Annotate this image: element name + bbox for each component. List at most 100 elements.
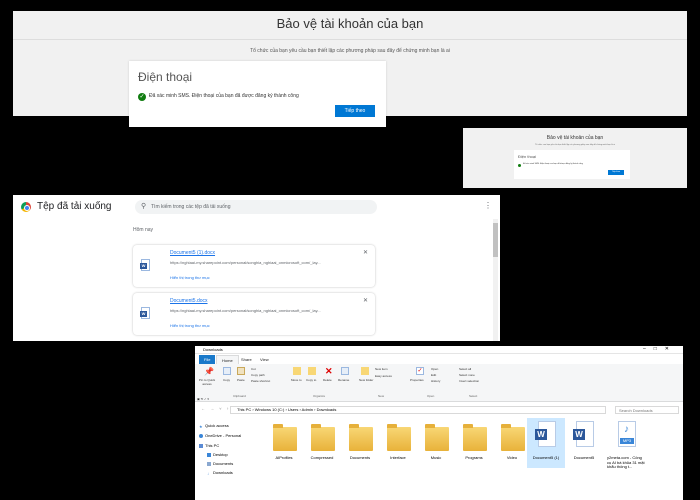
desktop-icon [207, 452, 211, 457]
word-file-icon [140, 259, 150, 271]
auth-panel-small: Bảo vệ tài khoản của bạn Tổ chức của bạn… [463, 128, 687, 188]
easy-access-button[interactable]: Easy access [375, 374, 392, 378]
rename-icon[interactable] [341, 367, 349, 375]
window-controls[interactable]: –□✕ [643, 346, 677, 352]
quick-access-toolbar[interactable]: ▣ ⟲ ✓ ▾ [197, 397, 209, 401]
pin-button[interactable]: Pin to Quick access [197, 378, 217, 386]
nav-label: Quick access [205, 423, 229, 428]
download-item: Document5.docx https://nghiaai-my.sharep… [133, 293, 375, 335]
file-label: Documents [349, 455, 371, 460]
file-label: Programs [465, 455, 483, 460]
folder-icon [501, 421, 525, 451]
downloads-search-input[interactable]: ⚲ Tìm kiếm trong các tệp đã tải xuống [135, 200, 377, 214]
download-url: https://nghiaai-my.sharepoint.com/person… [170, 308, 321, 313]
word-document-icon: W [535, 421, 559, 451]
file-item[interactable]: AIProfiles [265, 418, 303, 468]
nav-label: Documents [213, 461, 234, 466]
nav-this-pc[interactable]: This PC [199, 443, 219, 448]
copy-path-button[interactable]: Copy path [251, 373, 265, 377]
copy-icon[interactable] [223, 367, 231, 375]
nav-quick-access[interactable]: ★ Quick access [199, 423, 229, 429]
copy-to-button[interactable]: Copy to [306, 378, 316, 382]
folder-icon [387, 421, 411, 451]
group-clipboard: Clipboard [233, 394, 246, 398]
download-file-link[interactable]: Document5.docx [170, 298, 208, 304]
section-heading: Hôm nay [133, 227, 154, 233]
move-to-icon[interactable] [293, 367, 301, 375]
file-item[interactable]: Documents [341, 418, 379, 468]
search-downloads-input[interactable]: Search Downloads [615, 406, 679, 414]
search-placeholder: Tìm kiếm trong các tệp đã tải xuống [151, 204, 231, 210]
success-message: Đã xác minh SMS. Điện thoại của bạn đã đ… [149, 93, 299, 99]
new-folder-icon[interactable] [361, 367, 369, 375]
navigation-pane: ★ Quick access OneDrive - Personal This P… [195, 418, 263, 500]
chrome-logo-icon [21, 202, 31, 212]
properties-button[interactable]: Properties [410, 378, 424, 382]
auth-panel-large: Bảo vệ tài khoản của bạn Tổ chức của bạn… [13, 11, 687, 127]
next-button[interactable]: Tiếp theo [335, 105, 375, 117]
file-label: Interface [390, 455, 406, 460]
copy-to-icon[interactable] [308, 367, 316, 375]
file-label: Compressed [310, 455, 334, 460]
edit-button[interactable]: Edit [431, 373, 436, 377]
move-to-button[interactable]: Move to [291, 378, 302, 382]
close-icon[interactable]: ✕ [363, 297, 368, 304]
file-item[interactable]: Compressed [303, 418, 341, 468]
file-explorer-window: Downloads –□✕ File Home Share View 📌 Pin… [195, 346, 683, 500]
file-label: y2meta.com - Công cụ AI bá khủa 31 mặt k… [607, 455, 645, 469]
rename-button[interactable]: Rename [338, 378, 349, 382]
tab-share[interactable]: Share [236, 355, 257, 364]
nav-desktop[interactable]: Desktop [207, 452, 228, 457]
mp3-file-icon: ♪ MP3 [615, 421, 639, 451]
cloud-icon [199, 433, 203, 438]
navigation-arrows[interactable]: ← → ˅ ↑ [201, 406, 231, 411]
properties-icon[interactable]: ✓ [416, 367, 424, 375]
divider [13, 39, 687, 40]
invert-selection-button[interactable]: Invert selection [459, 379, 479, 383]
file-item[interactable]: Video [493, 418, 531, 468]
nav-label: Downloads [213, 470, 233, 475]
paste-button[interactable]: Paste [237, 378, 245, 382]
star-icon: ★ [199, 423, 203, 429]
show-in-folder-link[interactable]: Hiển thị trong thư mục [170, 275, 210, 280]
word-document-icon: W [573, 421, 597, 451]
delete-icon[interactable]: ✕ [325, 366, 333, 376]
select-none-button[interactable]: Select none [459, 373, 475, 377]
chrome-downloads-panel: Tệp đã tải xuống ⚲ Tìm kiếm trong các tệ… [13, 195, 500, 341]
file-item[interactable]: Music [417, 418, 455, 468]
paste-icon[interactable] [237, 367, 245, 375]
delete-button[interactable]: Delete [323, 378, 332, 382]
more-menu-icon[interactable]: ⋮ [484, 202, 492, 210]
new-folder-button[interactable]: New folder [359, 378, 373, 382]
tab-view[interactable]: View [255, 355, 274, 364]
file-item[interactable]: Interface [379, 418, 417, 468]
paste-shortcut-button[interactable]: Paste shortcut [251, 379, 270, 383]
tab-file[interactable]: File [199, 355, 216, 364]
select-all-button[interactable]: Select all [459, 367, 471, 371]
scrollbar[interactable] [493, 219, 498, 341]
downloads-title: Tệp đã tải xuống [37, 201, 112, 212]
file-label: Document5 (1) [532, 455, 560, 460]
nav-documents[interactable]: Documents [207, 461, 233, 466]
group-open: Open [427, 394, 435, 398]
download-file-link[interactable]: Document5 (1).docx [170, 250, 215, 256]
folder-icon [463, 421, 487, 451]
open-button[interactable]: Open [431, 367, 438, 371]
computer-icon [199, 443, 203, 448]
nav-downloads[interactable]: ↓ Downloads [207, 470, 233, 476]
nav-onedrive[interactable]: OneDrive - Personal [199, 433, 241, 438]
cut-button[interactable]: Cut [251, 367, 256, 371]
scrollbar-thumb[interactable] [493, 223, 498, 257]
file-item[interactable]: ♪ MP3 y2meta.com - Công cụ AI bá khủa 31 m… [607, 418, 647, 469]
copy-button[interactable]: Copy [223, 378, 230, 382]
file-item[interactable]: W Document5 [565, 418, 603, 468]
new-item-button[interactable]: New item [375, 367, 388, 371]
show-in-folder-link[interactable]: Hiển thị trong thư mục [170, 323, 210, 328]
page-subtitle: Tổ chức của bạn yêu cầu bạn thiết lập cá… [535, 144, 615, 146]
next-button[interactable]: Tiếp theo [608, 170, 624, 175]
history-button[interactable]: History [431, 379, 440, 383]
pin-icon[interactable]: 📌 [204, 367, 214, 376]
file-item-selected[interactable]: W Document5 (1) [527, 418, 565, 468]
file-item[interactable]: Programs [455, 418, 493, 468]
close-icon[interactable]: ✕ [363, 249, 368, 256]
